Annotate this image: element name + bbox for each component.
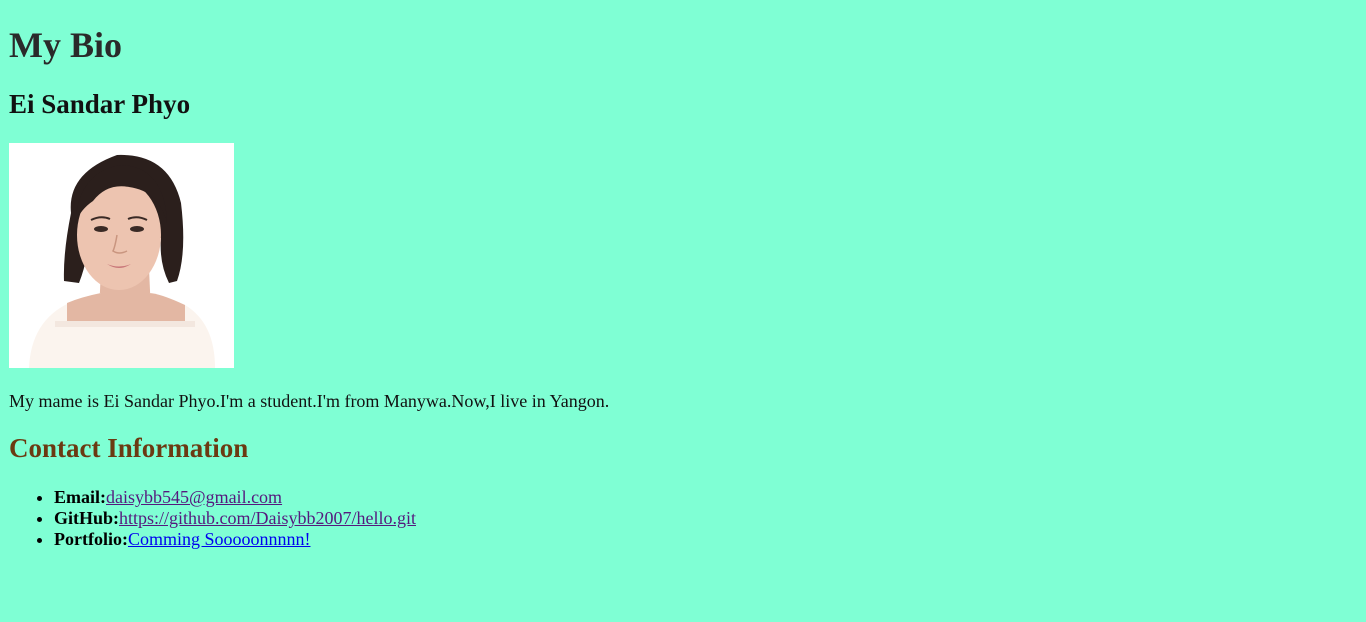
contact-label-email: Email: [54,487,106,507]
portfolio-link[interactable]: Comming Sooooonnnnn! [128,529,311,549]
contact-label-github: GitHub: [54,508,120,528]
github-link[interactable]: https://github.com/Daisybb2007/hello.git [119,508,416,528]
page-title: My Bio [9,25,122,65]
person-name-heading: Ei Sandar Phyo [9,89,191,119]
profile-photo [9,143,234,368]
contact-label-portfolio: Portfolio: [54,529,128,549]
contact-heading: Contact Information [9,433,249,463]
email-link[interactable]: daisybb545@gmail.com [106,487,282,507]
contact-list: Email:daisybb545@gmail.com GitHub:https:… [9,487,416,550]
contact-item-portfolio: Portfolio:Comming Sooooonnnnn! [54,529,416,550]
contact-item-email: Email:daisybb545@gmail.com [54,487,416,508]
contact-item-github: GitHub:https://github.com/Daisybb2007/he… [54,508,416,529]
intro-text: My mame is Ei Sandar Phyo.I'm a student.… [9,391,610,411]
profile-photo-image [9,143,234,368]
